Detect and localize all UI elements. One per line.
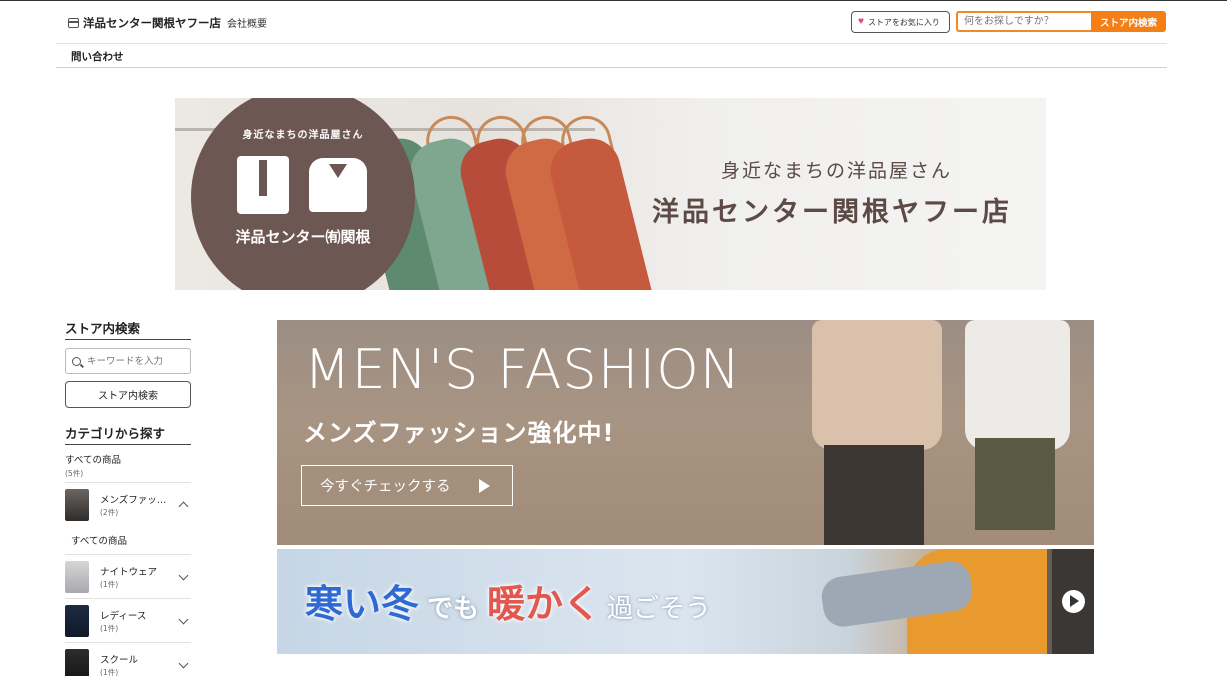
category-item-mens[interactable]: メンズファッ… (2件) xyxy=(65,482,191,526)
sidebar: ストア内検索 ストア内検索 カテゴリから探す すべての商品 (5件) メンズファ… xyxy=(65,318,191,676)
keyword-input[interactable] xyxy=(87,355,182,367)
blouse-icon xyxy=(309,158,367,212)
category-item-ladies[interactable]: レディース (1件) xyxy=(65,598,191,642)
category-label: レディース xyxy=(100,610,147,622)
chevron-down-icon[interactable] xyxy=(178,658,189,669)
mens-banner-heading: MEN'S FASHION xyxy=(304,338,742,401)
model-sweater xyxy=(812,320,942,450)
header-bottom-divider xyxy=(56,67,1167,68)
winter-text-spend: 過ごそう xyxy=(607,594,712,624)
winter-text-but: でも xyxy=(427,594,480,624)
play-arrow-icon xyxy=(479,479,490,493)
header-divider xyxy=(56,43,1167,44)
category-label: メンズファッ… xyxy=(100,494,167,506)
banner-subtitle: 身近なまちの洋品屋さん xyxy=(721,160,953,182)
favorite-label: ストアをお気に入り xyxy=(867,17,940,27)
suit-icon xyxy=(237,156,289,214)
store-icon xyxy=(68,18,79,28)
model-figure xyxy=(965,320,1075,545)
all-items-count: (5件) xyxy=(65,469,84,478)
header-search: ストア内検索 xyxy=(956,11,1167,32)
sidebar-search-button[interactable]: ストア内検索 xyxy=(65,381,191,408)
store-search-button[interactable]: ストア内検索 xyxy=(1091,11,1166,32)
logo-name: 洋品センター㈲関根 xyxy=(235,228,371,246)
company-info-link[interactable]: 会社概要 xyxy=(227,15,267,30)
logo-tagline: 身近なまちの洋品屋さん xyxy=(242,130,364,141)
category-count: (1件) xyxy=(100,579,119,589)
top-border xyxy=(0,0,1227,1)
add-favorite-button[interactable]: ♥ ストアをお気に入り xyxy=(851,11,950,33)
winter-banner-text: 寒い冬 でも 暖かく 過ごそう xyxy=(305,573,711,628)
category-label: ナイトウェア xyxy=(100,566,158,578)
play-icon[interactable] xyxy=(1062,590,1085,613)
chevron-up-icon[interactable] xyxy=(178,501,189,512)
chevron-down-icon[interactable] xyxy=(178,614,189,625)
category-item-nightwear[interactable]: ナイトウェア (1件) xyxy=(65,554,191,598)
mens-fashion-banner[interactable]: MEN'S FASHION メンズファッション強化中! 今すぐチェックする xyxy=(277,320,1094,545)
category-thumbnail xyxy=(65,488,89,521)
winter-text-warm: 暖かく xyxy=(487,582,602,626)
store-name-link[interactable]: 洋品センター関根ヤフー店 xyxy=(68,15,221,31)
category-label: スクール xyxy=(100,654,139,666)
category-thumbnail xyxy=(65,560,89,593)
model-pants xyxy=(824,445,924,545)
store-name: 洋品センター関根ヤフー店 xyxy=(83,16,221,30)
store-logo: 身近なまちの洋品屋さん 洋品センター㈲関根 xyxy=(191,98,415,290)
check-now-label: 今すぐチェックする xyxy=(320,479,451,495)
category-thumbnail xyxy=(65,604,89,637)
category-thumbnail xyxy=(65,648,89,676)
banner-title: 洋品センター関根ヤフー店 xyxy=(652,197,1012,228)
winter-promo-banner[interactable]: 寒い冬 でも 暖かく 過ごそう xyxy=(277,549,1094,654)
all-items-label: すべての商品 xyxy=(65,455,121,466)
category-count: (2件) xyxy=(100,507,119,517)
heart-icon: ♥ xyxy=(858,16,864,27)
chevron-down-icon[interactable] xyxy=(178,570,189,581)
store-hero-banner: 身近なまちの洋品屋さん 洋品センター㈲関根 身近なまちの洋品屋さん 洋品センター… xyxy=(175,98,1046,290)
contact-link[interactable]: 問い合わせ xyxy=(71,49,124,64)
search-icon xyxy=(72,356,81,366)
category-count: (1件) xyxy=(100,623,119,633)
category-count: (1件) xyxy=(100,667,119,676)
sidebar-search-box xyxy=(65,348,191,374)
category-item-school[interactable]: スクール (1件) xyxy=(65,642,191,676)
winter-text-cold: 寒い冬 xyxy=(305,582,420,626)
subcategory-all-items[interactable]: すべての商品 xyxy=(65,526,191,554)
search-input[interactable] xyxy=(956,11,1091,32)
category-title: カテゴリから探す xyxy=(65,423,191,445)
model-sweater xyxy=(965,320,1070,450)
mens-banner-subheading: メンズファッション強化中! xyxy=(303,419,615,447)
store-header: 洋品センター関根ヤフー店 会社概要 ♥ ストアをお気に入り ストア内検索 問い合… xyxy=(56,8,1167,68)
all-items-link[interactable]: すべての商品 (5件) xyxy=(65,452,191,482)
sidebar-search-title: ストア内検索 xyxy=(65,318,191,340)
model-figure xyxy=(812,320,942,545)
check-now-button[interactable]: 今すぐチェックする xyxy=(301,465,513,506)
model-pants xyxy=(975,438,1055,530)
